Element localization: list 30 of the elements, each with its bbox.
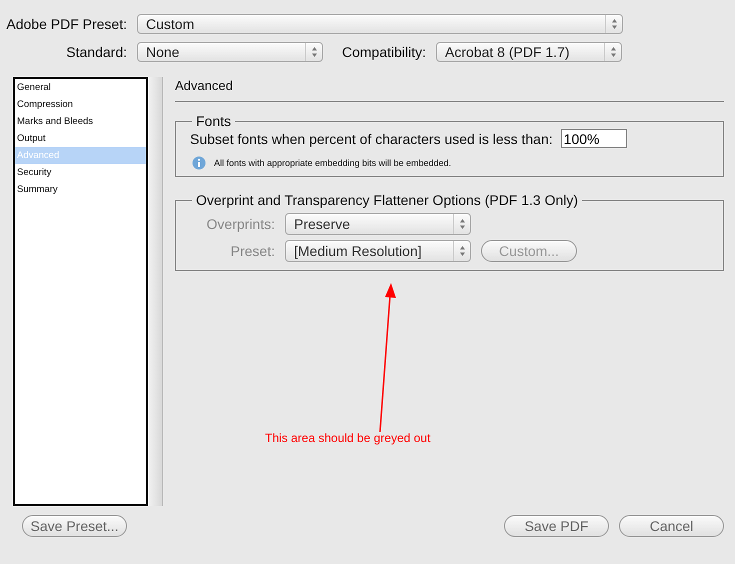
sidebar-item[interactable]: General <box>15 79 146 96</box>
sidebar-item[interactable]: Compression <box>15 96 146 113</box>
panel-title: Advanced <box>175 78 234 95</box>
field-label: Adobe PDF Preset: <box>5 16 127 32</box>
stepper-arrows-icon <box>310 46 318 58</box>
preset-dropdown[interactable]: Custom <box>137 14 623 34</box>
subset-label: Subset fonts when percent of characters used is less than: <box>190 130 553 146</box>
standard-dropdown[interactable]: None <box>137 42 323 62</box>
sidebar-item[interactable]: Output <box>15 130 146 147</box>
field-label: Compatibility: <box>342 44 426 60</box>
field-label: Preset: <box>230 243 275 259</box>
field-label: Standard: <box>65 44 127 60</box>
annotation-text: This area should be greyed out <box>265 431 430 445</box>
save-pdf-button[interactable]: Save PDF <box>504 515 609 537</box>
stepper-arrows-icon <box>610 18 618 30</box>
sidebar-item[interactable]: Security <box>15 164 146 181</box>
cancel-button[interactable]: Cancel <box>619 515 724 537</box>
group-title: Overprint and Transparency Flattener Options (PDF 1.3 Only) <box>195 192 580 208</box>
sidebar-item[interactable]: Summary <box>15 181 146 198</box>
compatibility-dropdown[interactable]: Acrobat 8 (PDF 1.7) <box>436 42 622 62</box>
percent-field[interactable]: 100% <box>560 129 627 148</box>
group-title: Fonts <box>195 113 232 129</box>
stepper-arrows-icon <box>458 218 466 230</box>
info-icon <box>192 156 206 170</box>
save-preset-button[interactable]: Save Preset... <box>22 515 127 537</box>
stepper-arrows-icon <box>458 245 466 257</box>
sidebar-item[interactable]: Marks and Bleeds <box>15 113 146 130</box>
field-label: Overprints: <box>206 216 275 232</box>
info-text: All fonts with appropriate embedding bits will be embedded. <box>214 158 452 168</box>
stepper-arrows-icon <box>610 46 617 58</box>
